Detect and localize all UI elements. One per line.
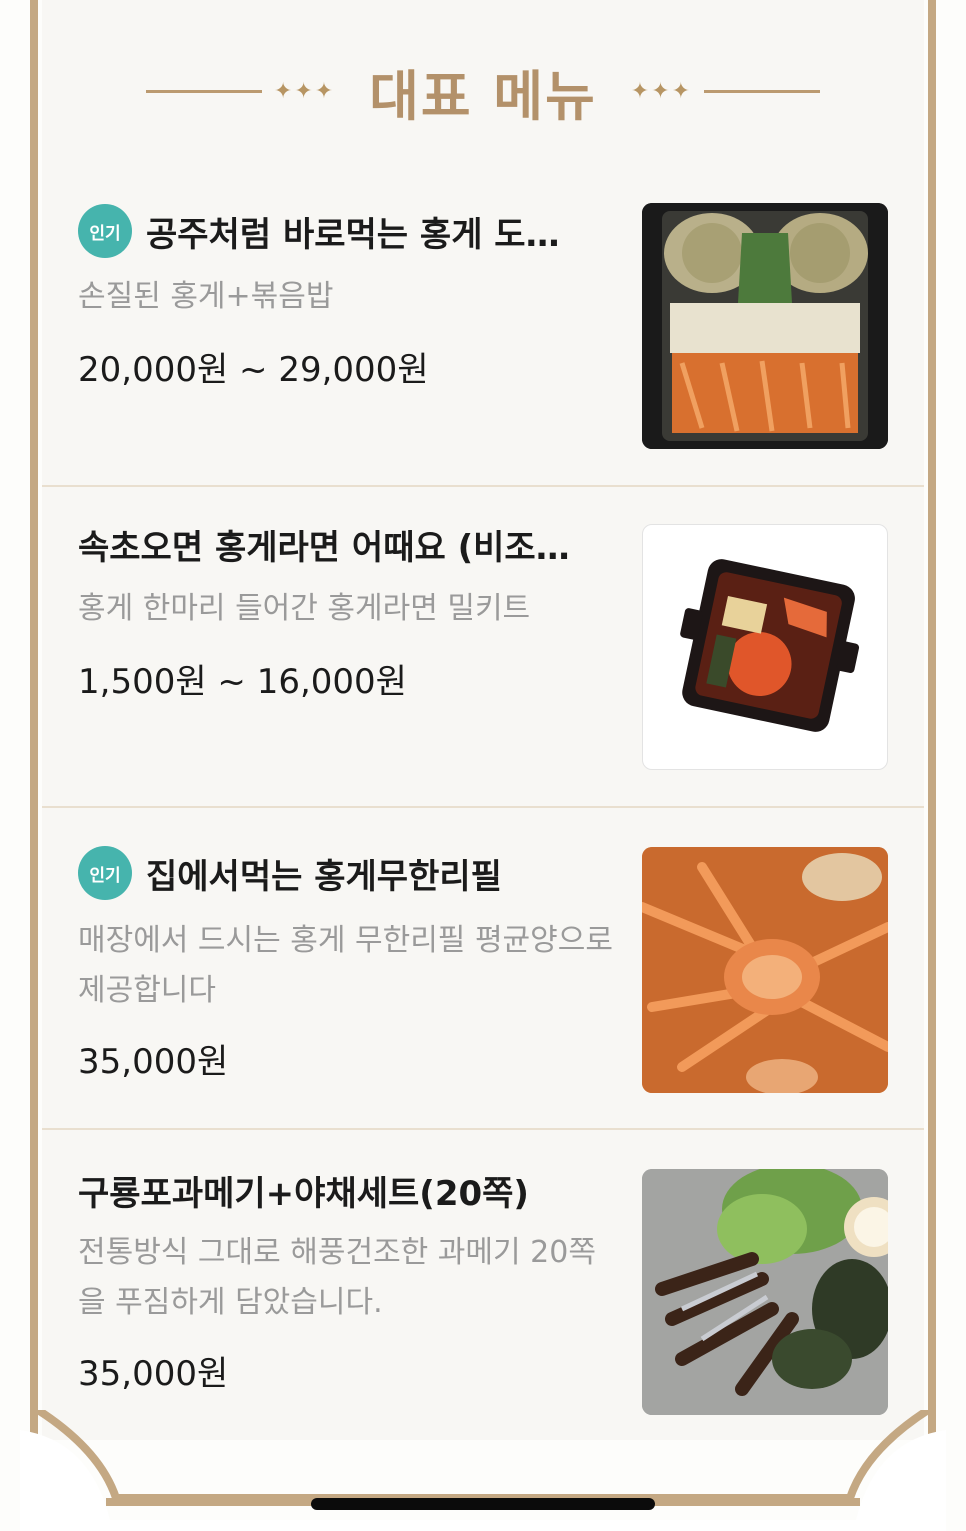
menu-item-name: 속초오면 홍게라면 어때요 (비조…: [78, 528, 570, 568]
menu-item-name-row: 인기 집에서먹는 홍게무한리필: [78, 846, 502, 900]
menu-item-description: 손질된 홍게+볶음밥: [78, 279, 334, 314]
steamed-crab-image: [642, 847, 888, 1093]
home-indicator[interactable]: [311, 1498, 655, 1510]
menu-item[interactable]: 속초오면 홍게라면 어때요 (비조… 홍게 한마리 들어간 홍게라면 밀키트 1…: [42, 500, 924, 806]
item-divider: [42, 1128, 924, 1130]
crab-ramen-kit-image: [680, 559, 860, 732]
menu-item-price: 1,500원 ~ 16,000원: [78, 662, 407, 702]
popular-badge: 인기: [78, 204, 132, 258]
bottom-ticket-edge: [20, 1410, 946, 1531]
menu-item-name: 집에서먹는 홍게무한리필: [146, 856, 502, 897]
crab-rice-box-image: [642, 203, 888, 449]
menu-item-name-row: 인기 공주처럼 바로먹는 홍게 도…: [78, 204, 560, 258]
menu-item[interactable]: 인기 공주처럼 바로먹는 홍게 도… 손질된 홍게+볶음밥 20,000원 ~ …: [42, 190, 924, 486]
header-line-right: [704, 89, 821, 93]
menu-item[interactable]: 구룡포과메기+야채세트(20쪽) 전통방식 그대로 해풍건조한 과메기 20쪽을…: [42, 1144, 924, 1434]
menu-item-price: 20,000원 ~ 29,000원: [78, 350, 429, 390]
section-title: 대표 메뉴: [369, 64, 597, 128]
menu-item-price: 35,000원: [78, 1354, 229, 1394]
ornament-right-icon: ✦✦✦: [630, 78, 693, 104]
menu-page: ✦✦✦ 대표 메뉴 ✦✦✦ 인기 공주처럼 바로먹는 홍게 도… 손질된 홍게+…: [0, 0, 966, 1531]
item-divider: [42, 485, 924, 487]
gwamegi-set-photo: [642, 1169, 888, 1415]
gwamegi-set-image: [642, 1169, 888, 1415]
popular-badge: 인기: [78, 846, 132, 900]
section-header: ✦✦✦ 대표 메뉴 ✦✦✦: [42, 56, 924, 128]
menu-item-price: 35,000원: [78, 1042, 229, 1082]
crab-ramen-kit-photo: [642, 524, 888, 770]
crab-rice-box-photo: [642, 203, 888, 449]
menu-item-name: 공주처럼 바로먹는 홍게 도…: [146, 214, 560, 255]
menu-item-name: 구룡포과메기+야채세트(20쪽): [78, 1174, 529, 1214]
menu-item[interactable]: 인기 집에서먹는 홍게무한리필 매장에서 드시는 홍게 무한리필 평균양으로 제…: [42, 822, 924, 1128]
ornament-left-icon: ✦✦✦: [273, 78, 336, 104]
steamed-crab-photo: [642, 847, 888, 1093]
menu-item-name-row: 속초오면 홍게라면 어때요 (비조…: [78, 520, 570, 569]
header-line-left: [145, 89, 262, 93]
menu-item-description: 홍게 한마리 들어간 홍게라면 밀키트: [78, 591, 531, 626]
item-divider: [42, 806, 924, 808]
menu-item-name-row: 구룡포과메기+야채세트(20쪽): [78, 1166, 529, 1215]
menu-item-description: 매장에서 드시는 홍게 무한리필 평균양으로 제공합니다: [78, 923, 613, 1008]
menu-item-description: 전통방식 그대로 해풍건조한 과메기 20쪽을 푸짐하게 담았습니다.: [78, 1235, 596, 1320]
